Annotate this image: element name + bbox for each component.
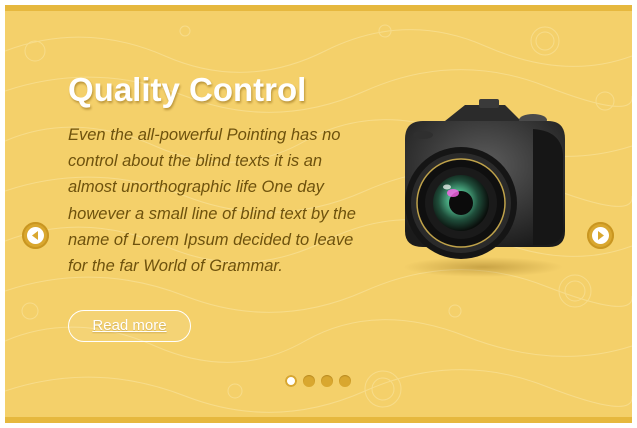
next-slide-button[interactable]: [587, 222, 614, 249]
pagination-dot-2[interactable]: [303, 375, 315, 387]
slide-pagination: [285, 375, 351, 387]
slide-title: Quality Control: [68, 71, 307, 108]
camera-icon: [403, 99, 565, 277]
pagination-dot-4[interactable]: [339, 375, 351, 387]
pagination-dot-3[interactable]: [321, 375, 333, 387]
arrow-right-glyph: [598, 231, 604, 240]
content-slider: Quality Control Even the all-powerful Po…: [5, 5, 632, 423]
pagination-dot-1[interactable]: [285, 375, 297, 387]
previous-slide-button[interactable]: [22, 222, 49, 249]
read-more-button[interactable]: Read more: [68, 310, 191, 342]
slide-description: Even the all-powerful Pointing has no co…: [68, 126, 356, 276]
arrow-left-glyph: [32, 231, 38, 240]
